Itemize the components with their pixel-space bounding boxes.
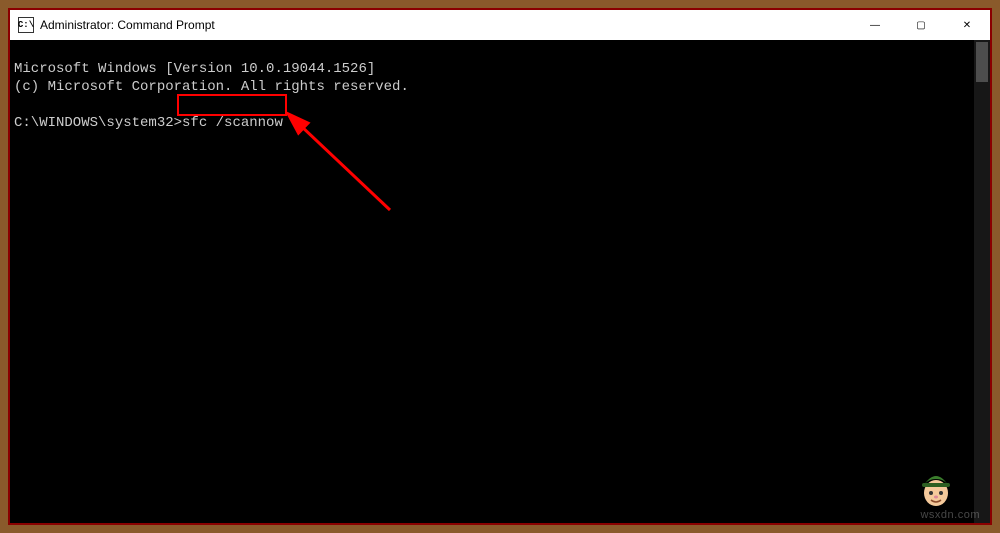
scrollbar[interactable] <box>974 40 990 523</box>
annotation-arrow-icon <box>280 110 400 220</box>
terminal-prompt: C:\WINDOWS\system32> <box>14 115 182 131</box>
window-controls: — ▢ ✕ <box>852 10 990 40</box>
mascot-icon <box>916 469 956 509</box>
maximize-button[interactable]: ▢ <box>898 10 944 40</box>
window-title: Administrator: Command Prompt <box>40 18 852 32</box>
minimize-button[interactable]: — <box>852 10 898 40</box>
terminal-area[interactable]: Microsoft Windows [Version 10.0.19044.15… <box>10 40 990 523</box>
scrollbar-thumb[interactable] <box>976 42 988 82</box>
close-button[interactable]: ✕ <box>944 10 990 40</box>
terminal-line: (c) Microsoft Corporation. All rights re… <box>14 79 409 95</box>
cmd-icon: C:\ <box>18 17 34 33</box>
titlebar[interactable]: C:\ Administrator: Command Prompt — ▢ ✕ <box>10 10 990 40</box>
terminal-command: sfc /scannow <box>182 115 283 131</box>
cmd-window: C:\ Administrator: Command Prompt — ▢ ✕ … <box>10 10 990 523</box>
watermark-text: wsxdn.com <box>920 509 980 521</box>
annotation-highlight <box>177 94 287 116</box>
screenshot-frame: C:\ Administrator: Command Prompt — ▢ ✕ … <box>8 8 992 525</box>
terminal-line: Microsoft Windows [Version 10.0.19044.15… <box>14 61 375 77</box>
